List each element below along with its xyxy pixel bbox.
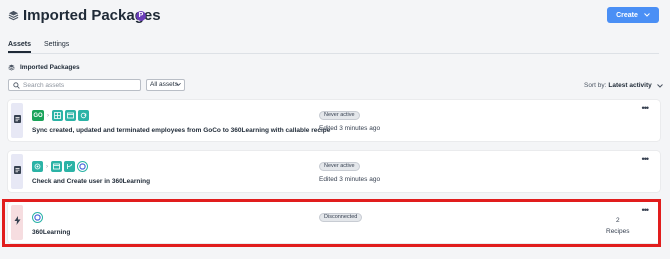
premium-badge: P [136,11,146,21]
more-options-icon[interactable]: ••• [642,155,650,164]
page-header: Imported Packages P Create [8,6,660,28]
asset-filter-value: All assets [150,81,178,88]
target-icon [32,161,43,172]
package-icon [8,64,15,71]
window-icon [51,161,62,172]
section-title: Imported Packages [20,64,80,71]
sort-control[interactable]: Sort by: Latest activity [584,82,663,89]
highlight-box [2,199,661,247]
create-button-label: Create [616,11,638,19]
tab-assets[interactable]: Assets [8,39,31,53]
status-badge: Never active [319,111,360,120]
edited-time: Edited 3 minutes ago [319,176,381,183]
app-icons: › [32,161,88,172]
goco-icon: GO [32,110,44,121]
asset-filter-select[interactable]: All assets [146,79,185,91]
recipe-icon [14,166,21,174]
tab-settings[interactable]: Settings [44,39,69,50]
table-icon [52,110,63,121]
recipe-name[interactable]: Sync created, updated and terminated emp… [32,127,330,134]
window-icon [65,110,76,121]
sort-label: Sort by: [584,82,607,89]
chevron-down-icon [656,84,663,88]
card-type-strip [11,103,23,138]
status-badge: Never active [319,162,360,171]
recipe-card[interactable]: GO › Sync created, updated and terminate… [8,100,660,141]
package-icon [8,10,19,21]
recipe-name[interactable]: Check and Create user in 360Learning [32,178,150,185]
more-options-icon[interactable]: ••• [642,104,650,113]
search-input[interactable] [23,81,137,89]
recipe-icon [14,115,21,123]
360learning-icon [77,161,88,172]
card-type-strip [11,154,23,189]
recipe-card[interactable]: › Check and Create user in 360Learning N… [8,151,660,192]
chevron-down-icon [176,82,181,86]
create-button[interactable]: Create [607,7,659,23]
tab-bar: Assets Settings [8,39,659,54]
refresh-icon [78,110,89,121]
app-icons: GO › [32,110,89,121]
arrow-right-icon: › [47,112,49,119]
section-header: Imported Packages [8,64,80,71]
search-icon [13,82,20,89]
arrow-right-icon: › [46,163,48,170]
sort-value: Latest activity [608,82,652,89]
chevron-down-icon [644,13,650,17]
search-box [8,79,141,91]
edited-time: Edited 3 minutes ago [319,125,381,132]
branch-icon [64,161,75,172]
